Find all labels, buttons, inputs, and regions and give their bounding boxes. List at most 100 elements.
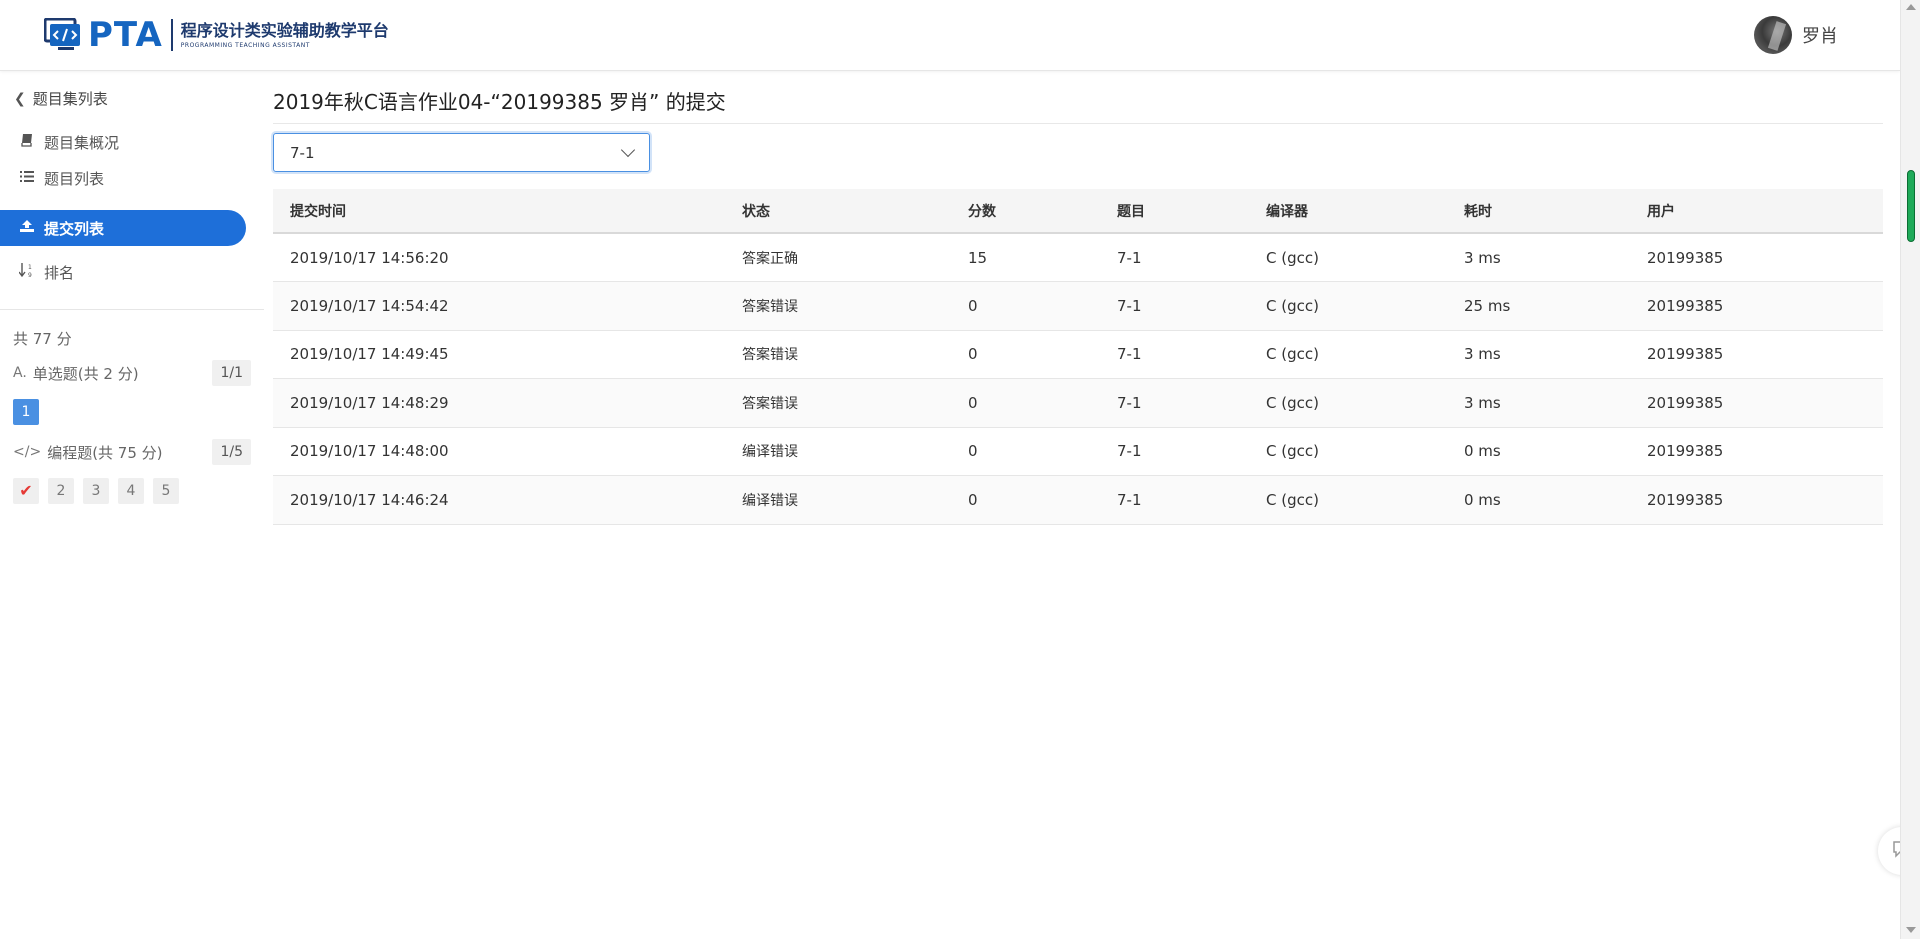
cell-status-link[interactable]: 答案正确 (725, 233, 951, 282)
cell-status-link[interactable]: 答案错误 (725, 281, 951, 331)
code-icon: </> (13, 444, 42, 460)
column-header-score[interactable]: 分数 (951, 189, 1100, 234)
column-header-status[interactable]: 状态 (725, 189, 951, 234)
sidebar-divider (0, 309, 264, 310)
sidebar-item-label: 题目列表 (44, 169, 105, 188)
cell-compiler: C (gcc) (1249, 281, 1447, 331)
cell-compiler: C (gcc) (1249, 378, 1447, 428)
cell-score: 0 (951, 330, 1100, 379)
cell-time: 2019/10/17 14:48:29 (273, 378, 725, 428)
cell-status-link[interactable]: 答案错误 (725, 378, 951, 428)
cell-time: 2019/10/17 14:54:42 (273, 281, 725, 331)
chevron-down-icon (620, 142, 636, 158)
question-box-programming-1[interactable]: ✔ (13, 478, 39, 504)
cell-problem-link[interactable]: 7-1 (1100, 281, 1249, 331)
cell-user: 20199385 (1630, 281, 1883, 331)
choice-icon: A. (13, 365, 27, 381)
page-scrollbar[interactable] (1900, 0, 1920, 939)
question-box-programming-4[interactable]: 4 (118, 478, 144, 504)
page-title: 2019年秋C语言作业04-“20199385 罗肖” 的提交 (273, 90, 726, 114)
cell-status-link[interactable]: 编译错误 (725, 475, 951, 525)
sidebar-item-label: 提交列表 (44, 219, 105, 238)
cell-time: 2019/10/17 14:56:20 (273, 233, 725, 282)
logo-code-icon (43, 17, 82, 52)
svg-text:9: 9 (28, 272, 32, 278)
cell-score: 0 (951, 475, 1100, 525)
sidebar-item-label: 题目集概况 (44, 133, 120, 152)
upload-icon (18, 219, 36, 237)
table-row[interactable]: 2019/10/17 14:46:24 编译错误 0 7-1 C (gcc) 0… (273, 475, 1883, 525)
cell-time: 2019/10/17 14:46:24 (273, 475, 725, 525)
column-header-time[interactable]: 提交时间 (273, 189, 725, 234)
section-count-badge: 1/5 (212, 439, 251, 465)
cell-problem-link[interactable]: 7-1 (1100, 475, 1249, 525)
logo-separator (170, 19, 173, 51)
cell-time-cost: 3 ms (1447, 233, 1630, 282)
cell-problem-link[interactable]: 7-1 (1100, 233, 1249, 282)
scroll-down-arrow-icon[interactable] (1906, 927, 1916, 933)
book-icon (18, 133, 36, 151)
sidebar-item-problem-list[interactable]: 题目列表 (0, 160, 246, 196)
sidebar-item-submissions[interactable]: 提交列表 (0, 210, 246, 246)
cell-compiler: C (gcc) (1249, 330, 1447, 379)
avatar[interactable] (1754, 16, 1792, 54)
sort-numeric-icon: 19 (18, 262, 36, 282)
cell-problem-link[interactable]: 7-1 (1100, 427, 1249, 476)
cell-user: 20199385 (1630, 427, 1883, 476)
section-count-badge: 1/1 (212, 360, 251, 386)
problem-select[interactable]: 7-1 (273, 133, 650, 172)
question-box-programming-2[interactable]: 2 (48, 478, 74, 504)
column-header-time-cost[interactable]: 耗时 (1447, 189, 1630, 234)
cell-time-cost: 3 ms (1447, 330, 1630, 379)
cell-status-link[interactable]: 答案错误 (725, 330, 951, 379)
table-row[interactable]: 2019/10/17 14:54:42 答案错误 0 7-1 C (gcc) 2… (273, 281, 1883, 331)
cell-user: 20199385 (1630, 233, 1883, 282)
cell-time-cost: 0 ms (1447, 475, 1630, 525)
section-label: 编程题(共 75 分) (47, 443, 163, 462)
cell-score: 15 (951, 233, 1100, 282)
section-label: 单选题(共 2 分) (32, 364, 139, 383)
cell-problem-link[interactable]: 7-1 (1100, 378, 1249, 428)
sidebar-item-ranking[interactable]: 19 排名 (0, 254, 246, 290)
logo-chinese-title: 程序设计类实验辅助教学平台 (180, 20, 389, 40)
back-link-label: 题目集列表 (32, 90, 108, 108)
section-programming: </> 编程题(共 75 分) 1/5 (13, 439, 251, 465)
column-header-problem[interactable]: 题目 (1100, 189, 1249, 234)
column-header-compiler[interactable]: 编译器 (1249, 189, 1447, 234)
table-row[interactable]: 2019/10/17 14:49:45 答案错误 0 7-1 C (gcc) 3… (273, 330, 1883, 379)
problem-select-value: 7-1 (290, 143, 315, 162)
cell-compiler: C (gcc) (1249, 475, 1447, 525)
table-row[interactable]: 2019/10/17 14:48:00 编译错误 0 7-1 C (gcc) 0… (273, 427, 1883, 476)
question-box-programming-3[interactable]: 3 (83, 478, 109, 504)
pta-logo[interactable]: PTA 程序设计类实验辅助教学平台 PROGRAMMING TEACHING A… (43, 16, 389, 54)
user-menu[interactable]: 罗肖 (1754, 16, 1838, 54)
cell-status-link[interactable]: 编译错误 (725, 427, 951, 476)
scroll-up-arrow-icon[interactable] (1906, 4, 1916, 10)
question-box-single-1[interactable]: 1 (13, 399, 39, 425)
cell-user: 20199385 (1630, 330, 1883, 379)
cell-user: 20199385 (1630, 475, 1883, 525)
cell-compiler: C (gcc) (1249, 233, 1447, 282)
sidebar-item-overview[interactable]: 题目集概况 (0, 124, 246, 160)
logo-text-block: 程序设计类实验辅助教学平台 PROGRAMMING TEACHING ASSIS… (181, 21, 389, 50)
scrollbar-thumb[interactable] (1907, 170, 1915, 242)
total-score: 共 77 分 (13, 330, 72, 348)
chevron-left-icon: ❮ (14, 90, 26, 107)
back-to-problem-sets-link[interactable]: ❮ 题目集列表 (14, 88, 108, 109)
cell-time: 2019/10/17 14:49:45 (273, 330, 725, 379)
table-row[interactable]: 2019/10/17 14:56:20 答案正确 15 7-1 C (gcc) … (273, 233, 1883, 282)
section-single-choice: A. 单选题(共 2 分) 1/1 (13, 360, 251, 386)
user-name[interactable]: 罗肖 (1802, 22, 1838, 48)
question-box-programming-5[interactable]: 5 (153, 478, 179, 504)
table-row[interactable]: 2019/10/17 14:48:29 答案错误 0 7-1 C (gcc) 3… (273, 378, 1883, 428)
logo-english-title: PROGRAMMING TEACHING ASSISTANT (180, 41, 310, 49)
cell-score: 0 (951, 378, 1100, 428)
column-header-user[interactable]: 用户 (1630, 189, 1883, 234)
submissions-table: 提交时间 状态 分数 题目 编译器 耗时 用户 2019/10/17 14:56… (273, 189, 1883, 525)
cell-problem-link[interactable]: 7-1 (1100, 330, 1249, 379)
cell-user: 20199385 (1630, 378, 1883, 428)
title-divider (273, 123, 1883, 124)
cell-score: 0 (951, 281, 1100, 331)
cell-time-cost: 25 ms (1447, 281, 1630, 331)
svg-text:1: 1 (28, 264, 32, 271)
